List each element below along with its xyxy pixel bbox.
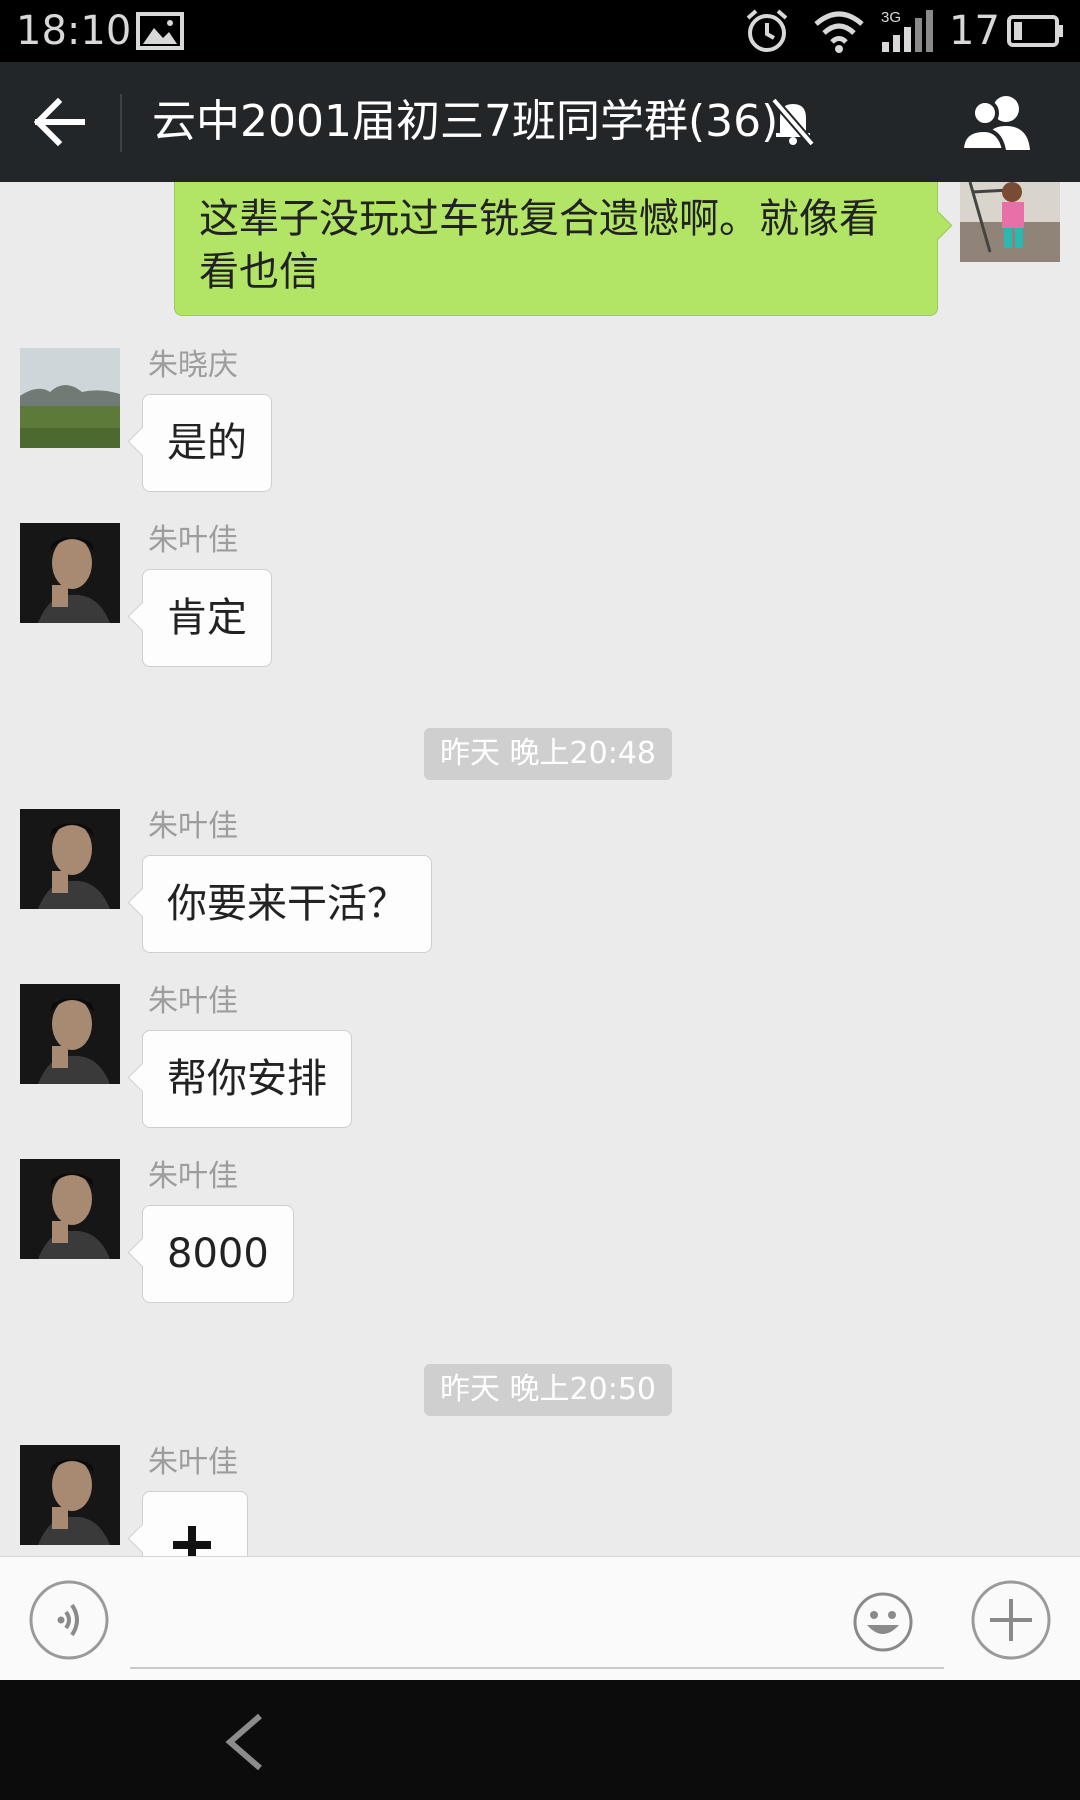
my-avatar-image bbox=[960, 182, 1060, 262]
sender-name: 朱叶佳 bbox=[148, 1159, 238, 1194]
message-bubble[interactable]: 是的 bbox=[142, 394, 272, 492]
avatar-portrait-image bbox=[20, 809, 120, 909]
message-bubble[interactable]: 你要来干活？ bbox=[142, 855, 432, 953]
title-bar: 云中2001届初三7班同学群(36) bbox=[0, 62, 1080, 182]
chat-area[interactable]: 这辈子没玩过车铣复合遗憾啊。就像看看也信 朱晓庆 是的 朱叶佳 肯定 昨天 晚上… bbox=[0, 182, 1080, 1556]
avatar-portrait-image bbox=[20, 523, 120, 623]
sender-name: 朱叶佳 bbox=[148, 984, 238, 1019]
sender-name: 朱叶佳 bbox=[148, 523, 238, 558]
message-bubble[interactable]: 帮你安排 bbox=[142, 1030, 352, 1128]
group-members-icon[interactable] bbox=[960, 92, 1036, 152]
avatar-portrait-image bbox=[20, 1159, 120, 1259]
title-divider bbox=[120, 94, 122, 152]
avatar[interactable] bbox=[20, 809, 120, 909]
avatar[interactable] bbox=[20, 1159, 120, 1259]
message-bubble[interactable] bbox=[142, 1491, 248, 1556]
status-time: 18:10 bbox=[16, 8, 132, 54]
timestamp: 昨天 晚上20:50 bbox=[424, 1364, 672, 1416]
message-bubble[interactable]: 8000 bbox=[142, 1205, 294, 1303]
sender-name: 朱晓庆 bbox=[148, 348, 238, 383]
sender-name: 朱叶佳 bbox=[148, 809, 238, 844]
avatar[interactable] bbox=[20, 1445, 120, 1545]
mute-bell-icon bbox=[770, 97, 816, 147]
message-input[interactable] bbox=[130, 1577, 944, 1669]
emoji-icon[interactable] bbox=[852, 1591, 914, 1653]
avatar[interactable] bbox=[20, 984, 120, 1084]
my-message-bubble[interactable]: 这辈子没玩过车铣复合遗憾啊。就像看看也信 bbox=[174, 182, 938, 316]
input-bar bbox=[0, 1556, 1080, 1681]
navigation-bar bbox=[0, 1680, 1080, 1800]
chat-title: 云中2001届初三7班同学群(36) bbox=[152, 96, 779, 147]
plus-icon bbox=[173, 1526, 211, 1556]
signal-icon: 3G bbox=[881, 9, 933, 52]
my-avatar[interactable] bbox=[960, 182, 1060, 262]
avatar-landscape-image bbox=[20, 348, 120, 448]
voice-icon[interactable] bbox=[28, 1579, 110, 1661]
timestamp: 昨天 晚上20:48 bbox=[424, 728, 672, 780]
wifi-icon bbox=[814, 11, 864, 53]
add-more-icon[interactable] bbox=[970, 1579, 1052, 1661]
avatar-portrait-image bbox=[20, 984, 120, 1084]
avatar-portrait-image bbox=[20, 1445, 120, 1545]
alarm-icon bbox=[746, 9, 788, 52]
image-icon bbox=[136, 12, 184, 50]
avatar[interactable] bbox=[20, 348, 120, 448]
avatar[interactable] bbox=[20, 523, 120, 623]
sender-name: 朱叶佳 bbox=[148, 1445, 238, 1480]
status-bar: 18:10 3G 17 bbox=[0, 0, 1080, 62]
message-bubble[interactable]: 肯定 bbox=[142, 569, 272, 667]
nav-back-icon[interactable] bbox=[220, 1712, 270, 1772]
battery-level: 17 bbox=[949, 8, 1000, 54]
network-type: 3G bbox=[881, 9, 901, 26]
back-arrow-icon[interactable] bbox=[28, 92, 92, 152]
battery-icon bbox=[1007, 15, 1063, 47]
